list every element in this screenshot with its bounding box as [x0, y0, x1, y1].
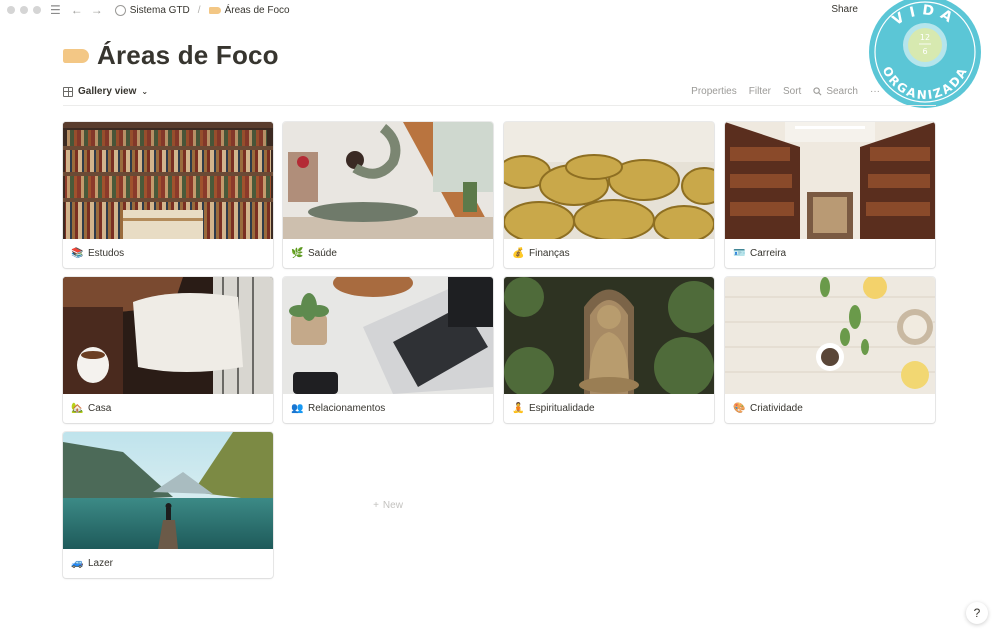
car-icon: 🚙 — [71, 558, 84, 569]
card-cover-image — [725, 277, 935, 394]
gallery-card-casa[interactable]: 🏡 Casa — [63, 277, 273, 423]
card-cover-image — [63, 122, 273, 239]
card-label: 🏡 Casa — [63, 394, 273, 423]
card-label: 🌿 Saúde — [283, 239, 493, 268]
card-title: Espiritualidade — [529, 403, 595, 414]
window-maximize-button[interactable] — [33, 6, 41, 14]
page-title[interactable]: Áreas de Foco — [97, 40, 279, 71]
chevron-down-icon: ⌄ — [141, 87, 149, 96]
card-title: Finanças — [529, 248, 570, 259]
card-cover-image — [504, 122, 714, 239]
new-card-label: New — [382, 499, 403, 511]
new-card-button[interactable]: + New — [283, 432, 493, 578]
more-options-icon[interactable]: ··· — [870, 86, 880, 97]
breadcrumb-current[interactable]: Áreas de Foco — [225, 5, 290, 16]
view-selector[interactable]: Gallery view ⌄ — [63, 86, 148, 97]
plus-icon: + — [373, 499, 379, 511]
card-label: 🎨 Criatividade — [725, 394, 935, 423]
share-button[interactable]: Share — [831, 4, 858, 15]
house-icon: 🏡 — [71, 403, 84, 414]
card-title: Saúde — [308, 248, 337, 259]
menu-icon[interactable]: ☰ — [50, 4, 61, 16]
card-title: Lazer — [88, 558, 114, 569]
card-cover-image — [283, 122, 493, 239]
back-arrow-icon[interactable]: ← — [71, 3, 83, 17]
sort-button[interactable]: Sort — [783, 86, 801, 97]
gallery-card-financas[interactable]: 💰 Finanças — [504, 122, 714, 268]
card-cover-image — [63, 277, 273, 394]
gallery-grid-icon — [63, 86, 73, 97]
card-label: 🪪 Carreira — [725, 239, 935, 268]
gallery-card-saude[interactable]: 🌿 Saúde — [283, 122, 493, 268]
search-button[interactable]: Search — [813, 86, 858, 97]
breadcrumb-root[interactable]: Sistema GTD — [130, 5, 190, 16]
properties-button[interactable]: Properties — [691, 86, 737, 97]
svg-text:6: 6 — [922, 47, 927, 56]
card-label: 💰 Finanças — [504, 239, 714, 268]
view-name: Gallery view — [78, 86, 137, 97]
gallery-card-estudos[interactable]: 📚 Estudos — [63, 122, 273, 268]
books-icon: 📚 — [71, 248, 84, 259]
card-label: 🧘 Espiritualidade — [504, 394, 714, 423]
page-heading: Áreas de Foco — [63, 40, 279, 71]
search-label: Search — [826, 86, 858, 97]
palette-icon: 🎨 — [733, 403, 746, 414]
svg-text:12: 12 — [920, 33, 930, 42]
card-cover-image — [63, 432, 273, 549]
card-label: 🚙 Lazer — [63, 549, 273, 578]
id-card-icon: 🪪 — [733, 248, 746, 259]
gallery-card-carreira[interactable]: 🪪 Carreira — [725, 122, 935, 268]
breadcrumb-separator: / — [197, 4, 201, 16]
view-toolbar: Gallery view ⌄ Properties Filter Sort Se… — [63, 84, 936, 106]
search-icon — [813, 87, 822, 96]
card-title: Estudos — [88, 248, 125, 259]
gallery-card-relacionamentos[interactable]: 👥 Relacionamentos — [283, 277, 493, 423]
window-controls — [7, 6, 41, 14]
workspace-icon — [114, 4, 126, 16]
forward-arrow-icon[interactable]: → — [91, 3, 103, 17]
tag-icon — [208, 6, 221, 14]
gallery-card-espiritualidade[interactable]: 🧘 Espiritualidade — [504, 277, 714, 423]
card-title: Casa — [88, 403, 112, 414]
filter-button[interactable]: Filter — [749, 86, 771, 97]
card-cover-image — [283, 277, 493, 394]
gallery-card-criatividade[interactable]: 🎨 Criatividade — [725, 277, 935, 423]
money-bag-icon: 💰 — [512, 248, 525, 259]
card-cover-image — [725, 122, 935, 239]
card-title: Carreira — [750, 248, 787, 259]
card-title: Relacionamentos — [308, 403, 386, 414]
gallery-card-lazer[interactable]: 🚙 Lazer — [63, 432, 273, 578]
card-label: 👥 Relacionamentos — [283, 394, 493, 423]
help-button[interactable]: ? — [966, 602, 988, 624]
top-bar: ☰ ← → Sistema GTD / Áreas de Foco Share — [0, 0, 1000, 20]
card-label: 📚 Estudos — [63, 239, 273, 268]
window-minimize-button[interactable] — [20, 6, 28, 14]
meditation-icon: 🧘 — [512, 403, 525, 414]
breadcrumb: Sistema GTD / Áreas de Foco — [114, 4, 290, 16]
tag-icon[interactable] — [63, 48, 89, 63]
window-close-button[interactable] — [7, 6, 15, 14]
herb-icon: 🌿 — [291, 248, 304, 259]
card-title: Criatividade — [750, 403, 803, 414]
people-icon: 👥 — [291, 403, 304, 414]
card-cover-image — [504, 277, 714, 394]
